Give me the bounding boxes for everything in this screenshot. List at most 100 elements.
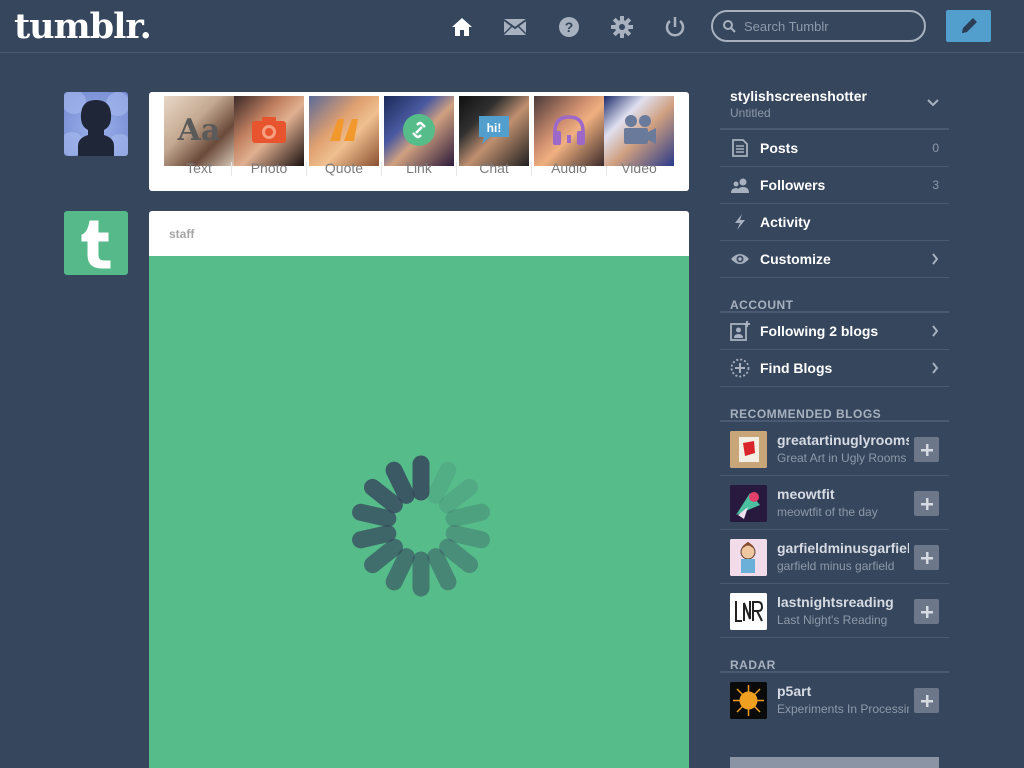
post-type-text[interactable]: Aa Text bbox=[164, 96, 234, 176]
lightning-icon bbox=[730, 212, 750, 232]
sidebar-item-followers[interactable]: Followers 3 bbox=[720, 167, 949, 204]
divider bbox=[381, 162, 382, 176]
recommended-blog-item[interactable]: lastnightsreading Last Night's Reading bbox=[720, 584, 949, 638]
chevron-right-icon bbox=[932, 253, 939, 265]
blog-avatar bbox=[730, 485, 767, 522]
sidebar: stylishscreenshotter Untitled Posts 0 Fo… bbox=[720, 80, 949, 727]
follow-button[interactable] bbox=[914, 545, 939, 570]
recommended-blog-item[interactable]: garfieldminusgarfield garfield minus gar… bbox=[720, 530, 949, 584]
top-bar: tumblr. ? bbox=[0, 0, 1024, 53]
blog-description: meowtfit of the day bbox=[777, 505, 878, 519]
blog-description: Last Night's Reading bbox=[777, 613, 888, 627]
video-camera-icon bbox=[604, 110, 674, 150]
sidebar-item-posts[interactable]: Posts 0 bbox=[720, 130, 949, 167]
blog-name: lastnightsreading bbox=[777, 594, 894, 610]
eye-icon bbox=[730, 249, 750, 269]
followers-count: 3 bbox=[932, 178, 939, 192]
quote-icon bbox=[309, 110, 379, 150]
chat-icon: hi! bbox=[459, 110, 529, 150]
sidebar-item-label: Followers bbox=[760, 177, 826, 193]
plus-icon bbox=[920, 551, 933, 564]
blog-description: garfield minus garfield bbox=[777, 559, 895, 573]
posts-count: 0 bbox=[932, 141, 939, 155]
divider bbox=[306, 162, 307, 176]
recommended-blog-item[interactable]: greatartinuglyrooms Great Art in Ugly Ro… bbox=[720, 422, 949, 476]
help-icon[interactable]: ? bbox=[555, 13, 583, 41]
blog-selector[interactable]: stylishscreenshotter Untitled bbox=[720, 80, 949, 130]
sidebar-item-find-blogs[interactable]: Find Blogs bbox=[720, 350, 949, 387]
plus-icon bbox=[920, 443, 933, 456]
plus-icon bbox=[920, 605, 933, 618]
follow-button[interactable] bbox=[914, 437, 939, 462]
sidebar-item-label: Customize bbox=[760, 251, 831, 267]
post-author[interactable]: staff bbox=[149, 211, 689, 256]
post-type-photo[interactable]: Photo bbox=[234, 96, 304, 176]
search-input[interactable] bbox=[744, 18, 914, 34]
divider bbox=[231, 162, 232, 176]
headphones-icon bbox=[534, 110, 604, 150]
sidebar-item-following[interactable]: Following 2 blogs bbox=[720, 313, 949, 350]
blog-description: Great Art in Ugly Rooms bbox=[777, 451, 907, 465]
gear-icon[interactable] bbox=[608, 13, 636, 41]
sidebar-item-label: Find Blogs bbox=[760, 360, 833, 376]
blog-name: meowtfit bbox=[777, 486, 835, 502]
sidebar-item-label: Following 2 blogs bbox=[760, 323, 879, 339]
user-avatar[interactable] bbox=[64, 92, 128, 156]
sidebar-item-label: Activity bbox=[760, 214, 811, 230]
tumblr-logo[interactable]: tumblr. bbox=[14, 6, 152, 47]
blog-name: garfieldminusgarfield bbox=[777, 540, 909, 556]
recommended-blog-item[interactable]: meowtfit meowtfit of the day bbox=[720, 476, 949, 530]
follow-button[interactable] bbox=[914, 491, 939, 516]
search-box[interactable] bbox=[711, 10, 926, 42]
post-type-label: Audio bbox=[551, 160, 587, 176]
divider bbox=[531, 162, 532, 176]
camera-icon bbox=[234, 110, 304, 150]
compass-icon bbox=[730, 358, 750, 378]
blog-description: Experiments In Processing bbox=[777, 702, 909, 716]
power-icon[interactable] bbox=[661, 13, 689, 41]
post-type-chat[interactable]: hi! Chat bbox=[459, 96, 529, 176]
post-type-label: Photo bbox=[250, 160, 288, 176]
blog-name: greatartinuglyrooms bbox=[777, 432, 909, 448]
home-icon[interactable] bbox=[448, 13, 476, 41]
post-type-quote[interactable]: Quote bbox=[309, 96, 379, 176]
post-type-selector: Aa Text Photo Quote Link hi! Chat Audio … bbox=[149, 92, 689, 191]
blog-avatar bbox=[730, 539, 767, 576]
blog-avatar bbox=[730, 593, 767, 630]
compose-button[interactable] bbox=[946, 10, 991, 42]
plus-icon bbox=[920, 497, 933, 510]
section-title-account: ACCOUNT bbox=[720, 278, 949, 313]
post-type-link[interactable]: Link bbox=[384, 96, 454, 176]
blog-name: p5art bbox=[777, 683, 812, 699]
dashboard-post: staff bbox=[149, 211, 689, 768]
post-type-label: Video bbox=[621, 160, 657, 176]
sidebar-item-activity[interactable]: Activity bbox=[720, 204, 949, 241]
post-type-label: Link bbox=[406, 160, 432, 176]
post-type-label: Chat bbox=[479, 160, 509, 176]
radar-blog-item[interactable]: p5art Experiments In Processing bbox=[720, 673, 949, 727]
section-title-recommended: RECOMMENDED BLOGS bbox=[720, 387, 949, 422]
blog-avatar bbox=[730, 431, 767, 468]
sidebar-item-label: Posts bbox=[760, 140, 799, 156]
post-type-label: Quote bbox=[324, 160, 364, 176]
chevron-right-icon bbox=[932, 325, 939, 337]
chevron-down-icon bbox=[927, 99, 939, 107]
follow-button[interactable] bbox=[914, 599, 939, 624]
link-icon bbox=[384, 110, 454, 150]
divider bbox=[456, 162, 457, 176]
follow-button[interactable] bbox=[914, 688, 939, 713]
people-icon bbox=[730, 175, 750, 195]
sidebar-item-customize[interactable]: Customize bbox=[720, 241, 949, 278]
section-title-radar: RADAR bbox=[720, 638, 949, 673]
staff-avatar[interactable] bbox=[64, 211, 128, 275]
blog-avatar bbox=[730, 682, 767, 719]
pencil-icon bbox=[961, 18, 977, 33]
radar-post-preview[interactable] bbox=[730, 757, 939, 768]
post-type-video[interactable]: Video bbox=[604, 96, 674, 176]
post-type-audio[interactable]: Audio bbox=[534, 96, 604, 176]
mail-icon[interactable] bbox=[501, 13, 529, 41]
loading-spinner-icon bbox=[352, 455, 490, 597]
post-type-label: Text bbox=[186, 160, 212, 176]
chat-icon-text: hi! bbox=[487, 121, 502, 135]
plus-icon bbox=[920, 694, 933, 707]
